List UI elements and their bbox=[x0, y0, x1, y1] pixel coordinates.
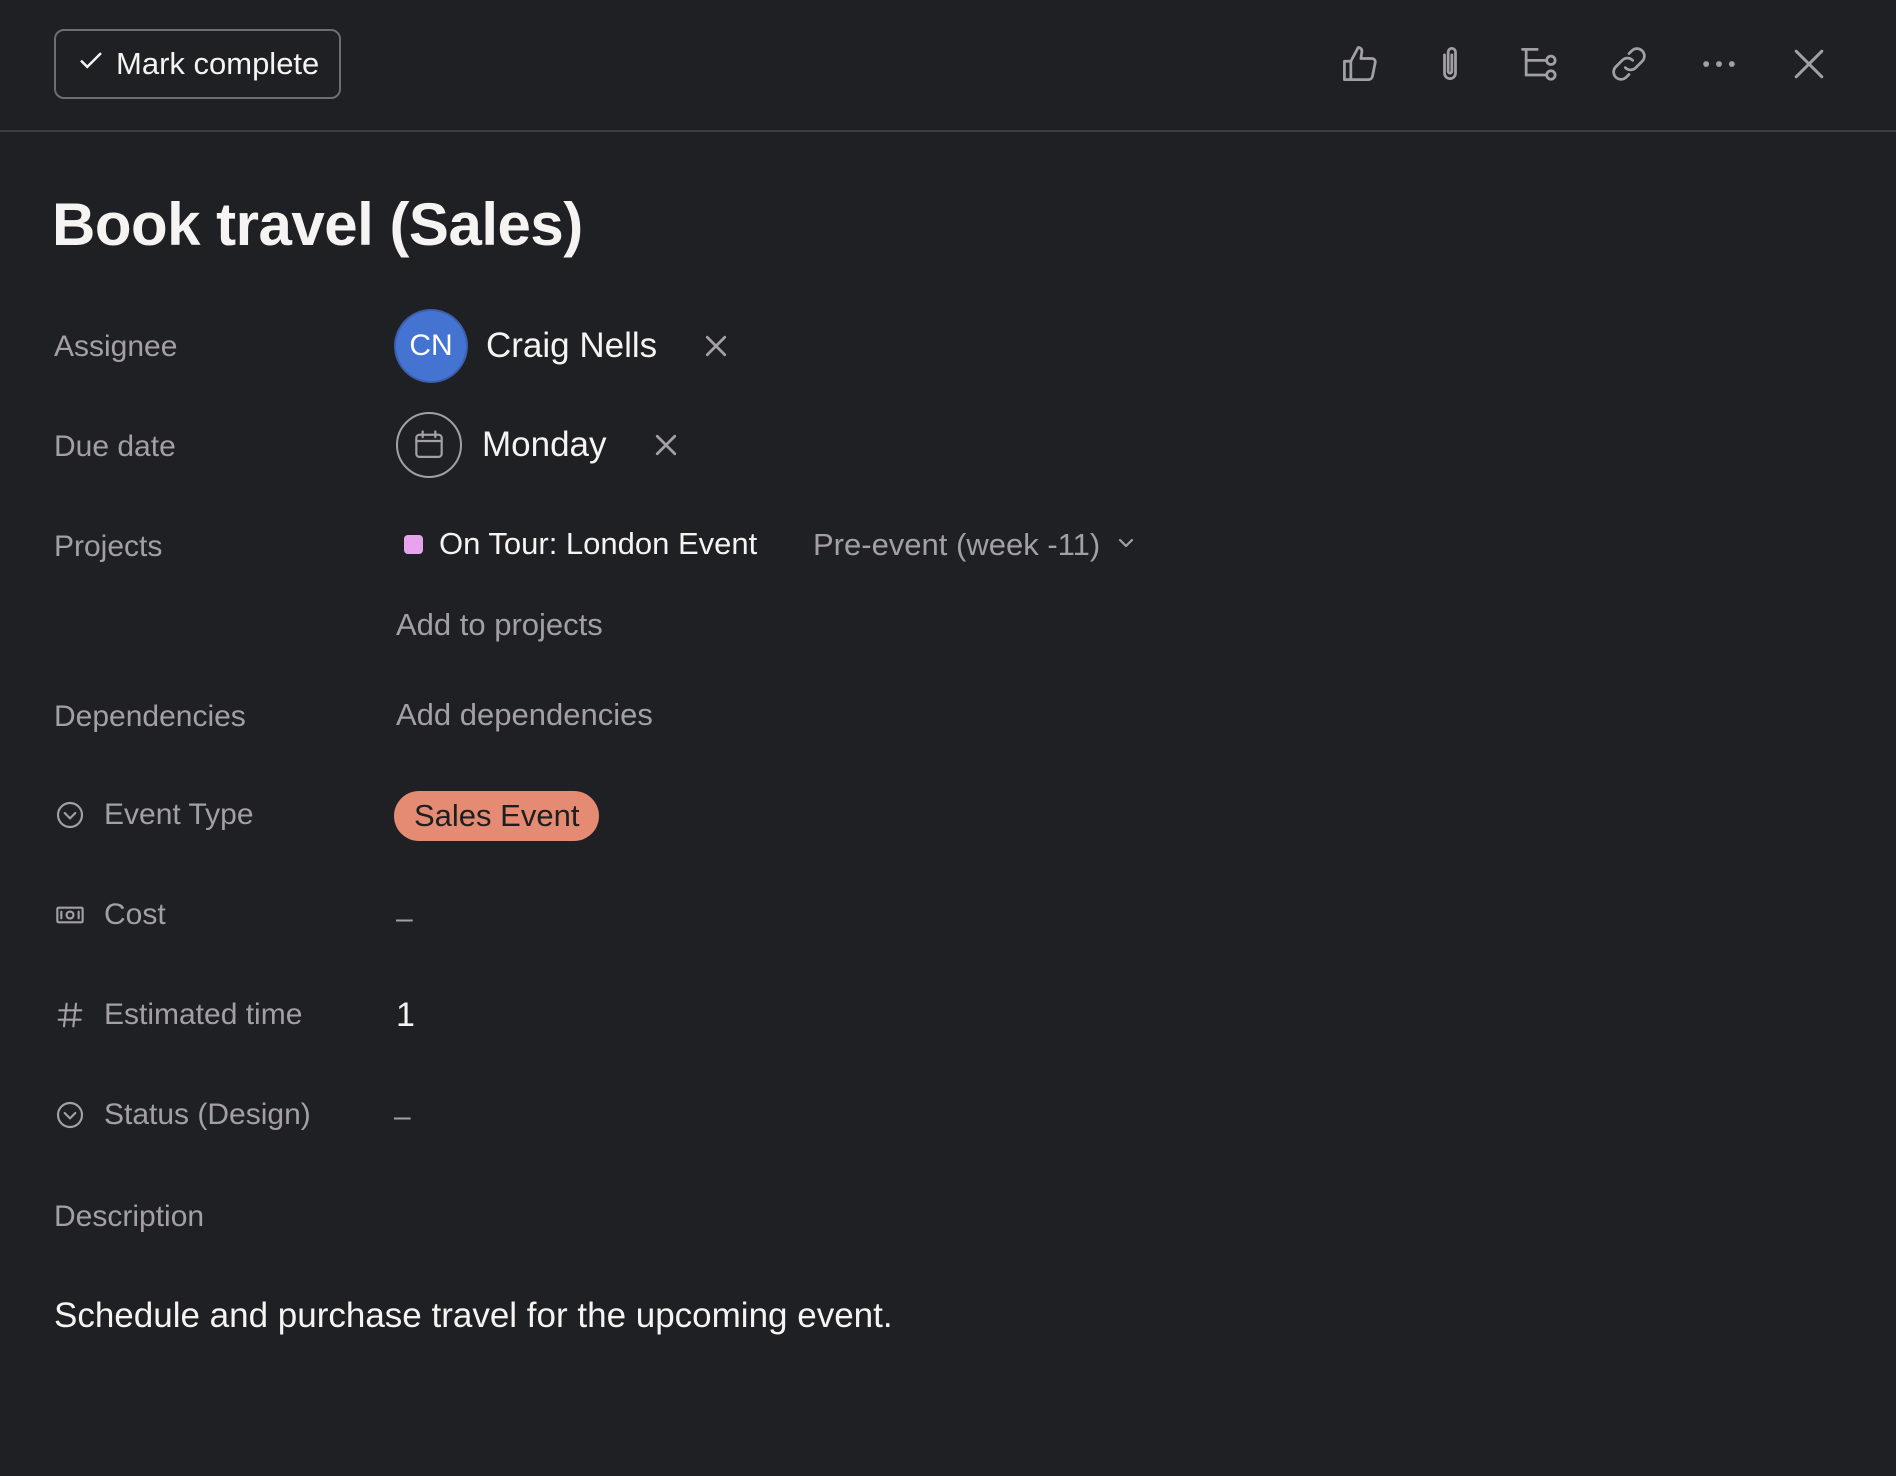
dependencies-label-text: Dependencies bbox=[54, 700, 246, 733]
mark-complete-label: Mark complete bbox=[116, 46, 320, 81]
subtask-icon[interactable] bbox=[1513, 38, 1565, 90]
add-dependencies-button[interactable]: Add dependencies bbox=[396, 697, 653, 733]
section-dropdown[interactable]: Pre-event (week -11) bbox=[813, 527, 1138, 563]
section-label: Pre-event (week -11) bbox=[813, 527, 1101, 562]
checkmark-icon bbox=[76, 45, 106, 83]
dropdown-field-icon bbox=[54, 799, 86, 831]
assignee-name[interactable]: Craig Nells bbox=[486, 326, 657, 366]
projects-label: Projects bbox=[54, 530, 162, 564]
cost-value[interactable]: – bbox=[396, 902, 413, 936]
event-type-label: Event Type bbox=[54, 798, 254, 832]
cost-label: Cost bbox=[54, 898, 166, 932]
task-detail-pane: Mark complete Book travel (Sales) Assign… bbox=[0, 0, 1896, 1476]
project-color-dot bbox=[404, 534, 423, 554]
currency-icon bbox=[54, 899, 86, 931]
attachment-icon[interactable] bbox=[1424, 38, 1476, 90]
remove-due-date-icon[interactable] bbox=[649, 428, 683, 462]
estimated-time-label: Estimated time bbox=[54, 998, 302, 1032]
add-to-projects-button[interactable]: Add to projects bbox=[396, 607, 603, 643]
close-icon[interactable] bbox=[1783, 38, 1835, 90]
like-icon[interactable] bbox=[1334, 38, 1386, 90]
due-date-label-text: Due date bbox=[54, 430, 176, 463]
status-design-value[interactable]: – bbox=[394, 1100, 411, 1134]
avatar: CN bbox=[396, 311, 466, 381]
projects-label-text: Projects bbox=[54, 530, 163, 563]
cost-label-text: Cost bbox=[104, 898, 166, 931]
event-type-label-text: Event Type bbox=[104, 798, 254, 831]
event-type-field[interactable]: Sales Event bbox=[394, 791, 600, 841]
assignee-label-text: Assignee bbox=[54, 330, 178, 363]
status-design-label: Status (Design) bbox=[54, 1098, 311, 1132]
assignee-label: Assignee bbox=[54, 330, 177, 364]
mark-complete-button[interactable]: Mark complete bbox=[54, 29, 342, 99]
link-icon[interactable] bbox=[1603, 38, 1655, 90]
dropdown-field-icon bbox=[54, 1099, 86, 1131]
due-date-label: Due date bbox=[54, 430, 176, 464]
project-item[interactable]: On Tour: London Event bbox=[404, 526, 757, 562]
due-date-field[interactable]: Monday bbox=[396, 412, 683, 478]
remove-assignee-icon[interactable] bbox=[699, 329, 733, 363]
dependencies-label: Dependencies bbox=[54, 700, 246, 734]
description-label: Description bbox=[54, 1200, 204, 1234]
status-design-label-text: Status (Design) bbox=[104, 1098, 311, 1131]
task-title[interactable]: Book travel (Sales) bbox=[52, 190, 583, 259]
number-field-icon bbox=[54, 999, 86, 1031]
project-name[interactable]: On Tour: London Event bbox=[439, 526, 757, 562]
description-label-text: Description bbox=[54, 1200, 205, 1233]
chevron-down-icon bbox=[1114, 527, 1138, 563]
estimated-time-value[interactable]: 1 bbox=[396, 996, 415, 1035]
avatar-initials: CN bbox=[409, 329, 453, 362]
task-toolbar: Mark complete bbox=[0, 0, 1896, 132]
due-date-value[interactable]: Monday bbox=[482, 425, 607, 465]
more-icon[interactable] bbox=[1693, 38, 1745, 90]
description-text[interactable]: Schedule and purchase travel for the upc… bbox=[54, 1296, 893, 1336]
calendar-icon bbox=[396, 412, 462, 478]
estimated-time-label-text: Estimated time bbox=[104, 998, 303, 1031]
assignee-field[interactable]: CN Craig Nells bbox=[396, 311, 733, 381]
event-type-pill[interactable]: Sales Event bbox=[394, 791, 600, 841]
